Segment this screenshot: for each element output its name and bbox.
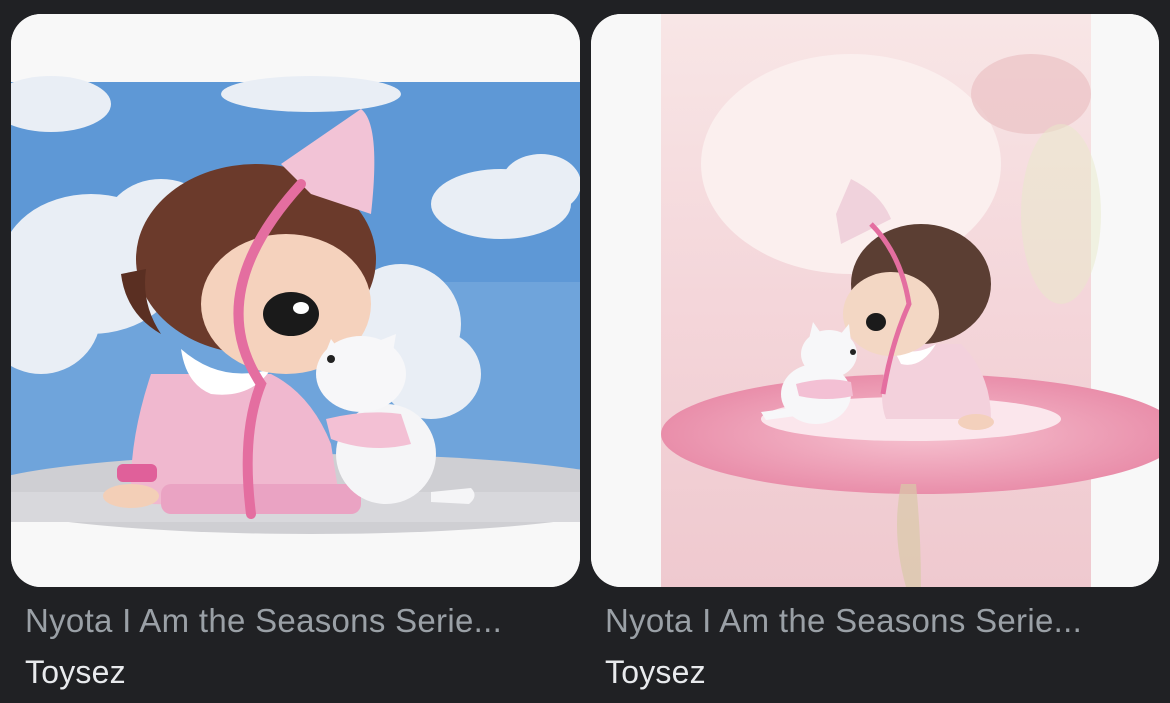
result-source[interactable]: Toysez <box>25 652 126 692</box>
result-title[interactable]: Nyota I Am the Seasons Serie... <box>25 600 573 642</box>
result-thumbnail[interactable] <box>591 14 1159 587</box>
result-source[interactable]: Toysez <box>605 652 706 692</box>
result-thumbnail[interactable] <box>11 14 580 587</box>
result-title[interactable]: Nyota I Am the Seasons Serie... <box>605 600 1153 642</box>
image-results-grid: Nyota I Am the Seasons Serie... Toysez N… <box>0 0 1170 703</box>
